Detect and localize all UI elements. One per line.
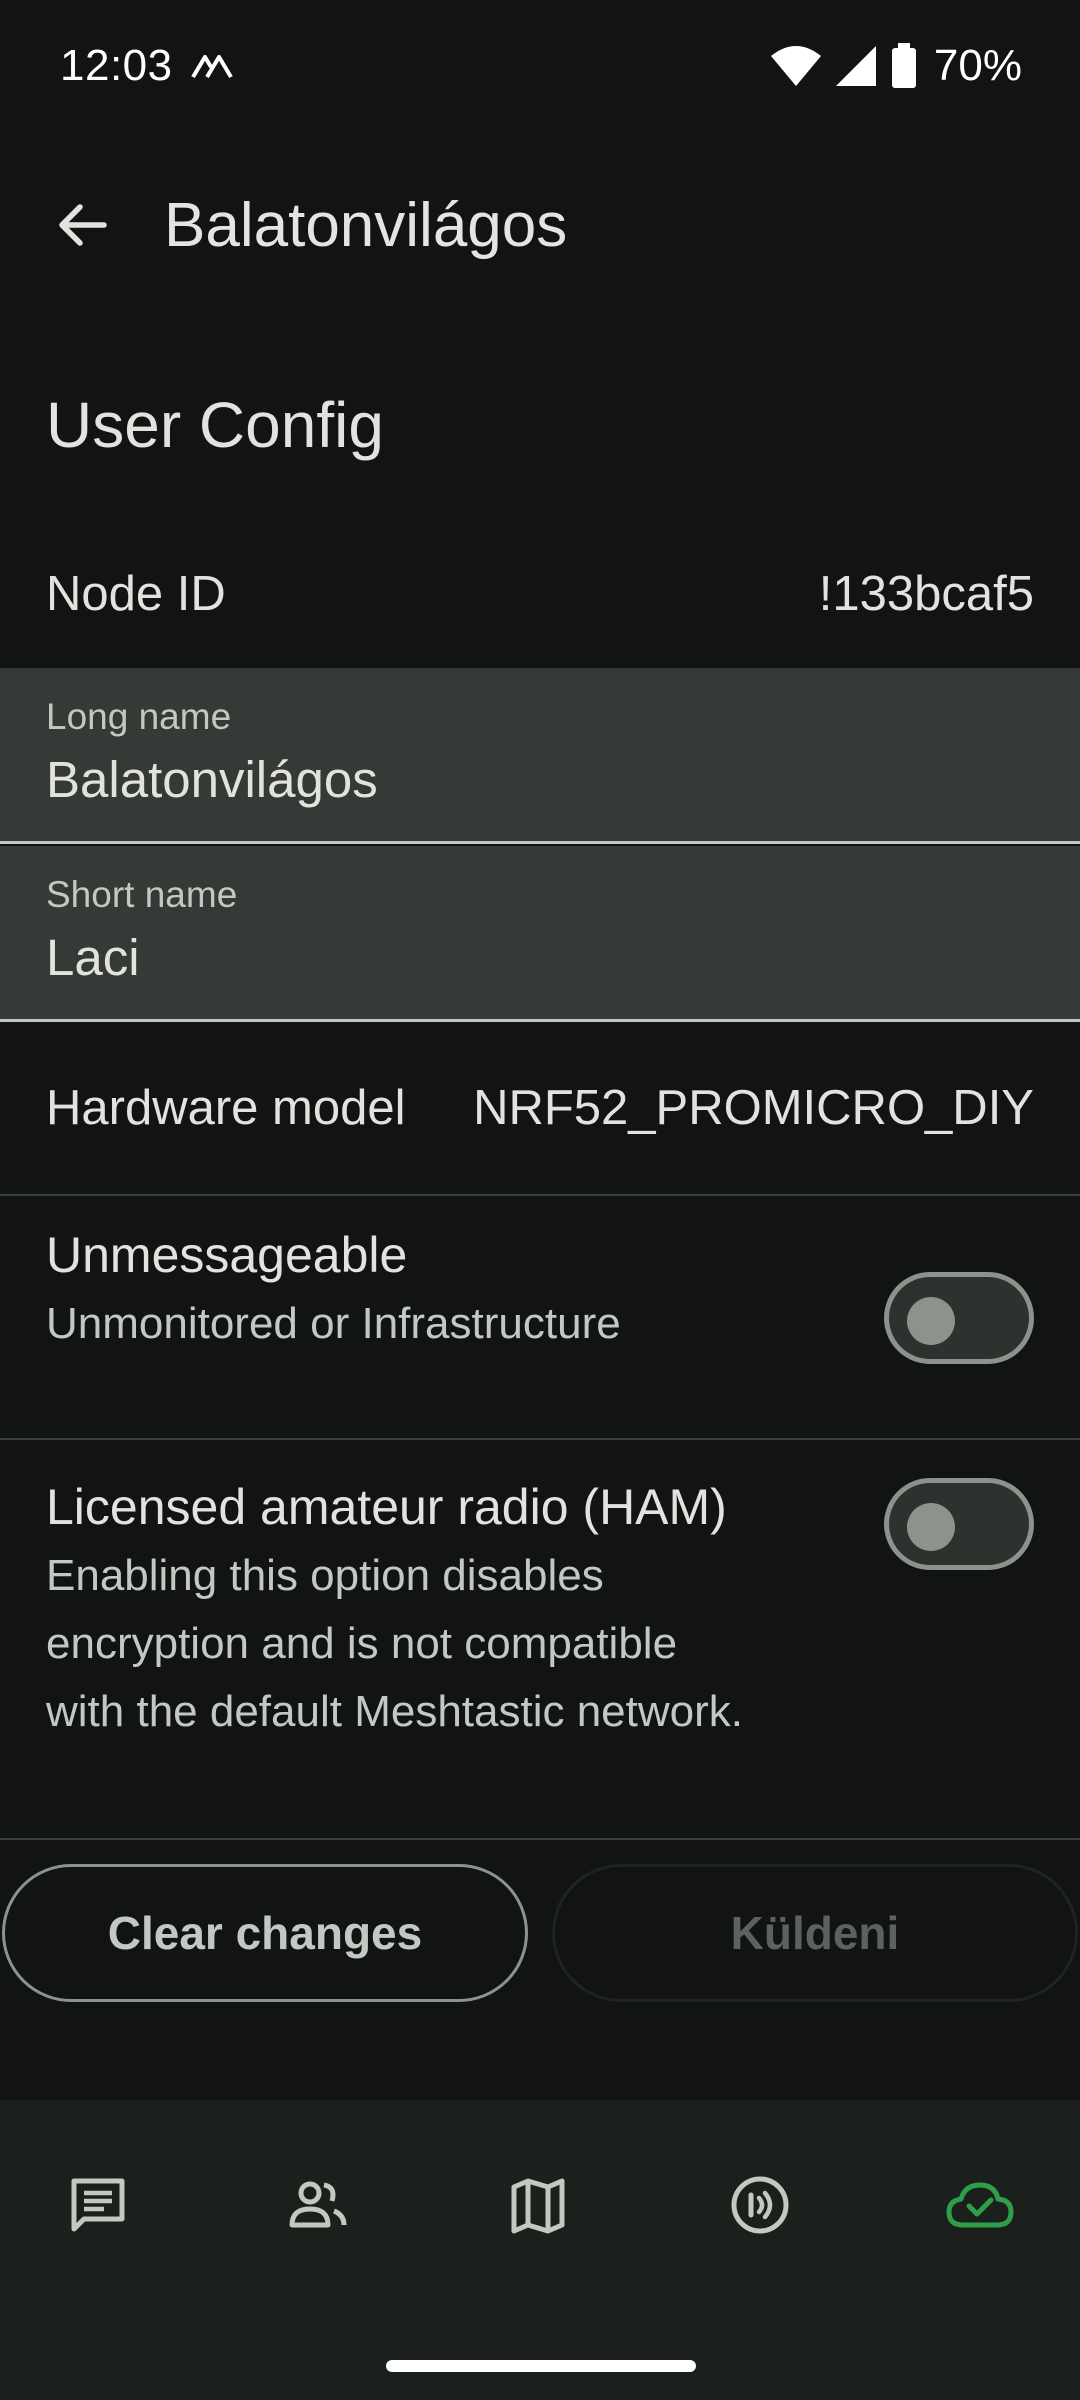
nav-item-nodes[interactable] [258,2170,378,2240]
ham-subtitle-line: with the default Meshtastic network. [46,1687,743,1736]
long-name-field[interactable]: Long name Balatonvilágos [0,668,1080,844]
clear-changes-button[interactable]: Clear changes [2,1864,528,2002]
nav-item-connections[interactable] [700,2170,820,2240]
connection-icon [731,2176,789,2234]
hardware-model-value: NRF52_PROMICRO_DIY [473,1081,1034,1135]
divider [0,1838,1080,1840]
long-name-value[interactable]: Balatonvilágos [46,750,378,809]
app-bar: Balatonvilágos [0,160,1080,290]
unmessageable-toggle[interactable] [884,1272,1034,1364]
unmessageable-row[interactable]: Unmessageable Unmonitored or Infrastruct… [0,1226,1080,1436]
home-indicator[interactable] [386,2360,696,2372]
nav-item-map[interactable] [478,2170,598,2240]
long-name-label: Long name [46,696,232,737]
map-icon [511,2178,565,2234]
messages-icon [71,2178,125,2232]
node-id-label: Node ID [46,567,226,621]
ham-toggle[interactable] [884,1478,1034,1570]
nav-item-messages[interactable] [38,2170,158,2240]
back-button[interactable] [26,169,138,281]
ham-subtitle: Enabling this option disables encryption… [46,1542,1034,1746]
status-bar: 12:03 70% [0,0,1080,132]
node-id-value: !133bcaf5 [818,567,1034,621]
arrow-back-icon [59,204,107,246]
mesh-notification-icon [190,55,233,79]
battery-icon [891,43,916,88]
ham-subtitle-line: encryption and is not compatible [46,1619,678,1668]
divider [0,1194,1080,1196]
page-title: Balatonvilágos [164,190,568,260]
toggle-thumb [907,1297,955,1345]
wifi-icon [770,46,821,86]
divider [0,1438,1080,1440]
bottom-navigation [0,2100,1080,2400]
ham-subtitle-line: Enabling this option disables [46,1551,604,1600]
unmessageable-title: Unmessageable [46,1227,408,1283]
section-title: User Config [46,389,384,461]
cloud-check-icon [946,2182,1014,2228]
battery-percentage: 70% [933,41,1022,90]
nodes-icon [289,2181,347,2228]
hardware-model-label: Hardware model [46,1081,406,1135]
ham-row[interactable]: Licensed amateur radio (HAM) Enabling th… [0,1478,1080,1838]
short-name-value[interactable]: Laci [46,928,140,987]
cell-signal-icon [835,46,876,86]
short-name-label: Short name [46,874,238,915]
nav-item-cloud-sync[interactable] [920,2170,1040,2240]
short-name-field[interactable]: Short name Laci [0,846,1080,1022]
send-button[interactable]: Küldeni [552,1864,1078,2002]
node-id-row: Node ID !133bcaf5 [0,520,1080,668]
status-time: 12:03 [60,41,173,90]
toggle-thumb [907,1503,955,1551]
hardware-model-row: Hardware model NRF52_PROMICRO_DIY [0,1022,1080,1194]
